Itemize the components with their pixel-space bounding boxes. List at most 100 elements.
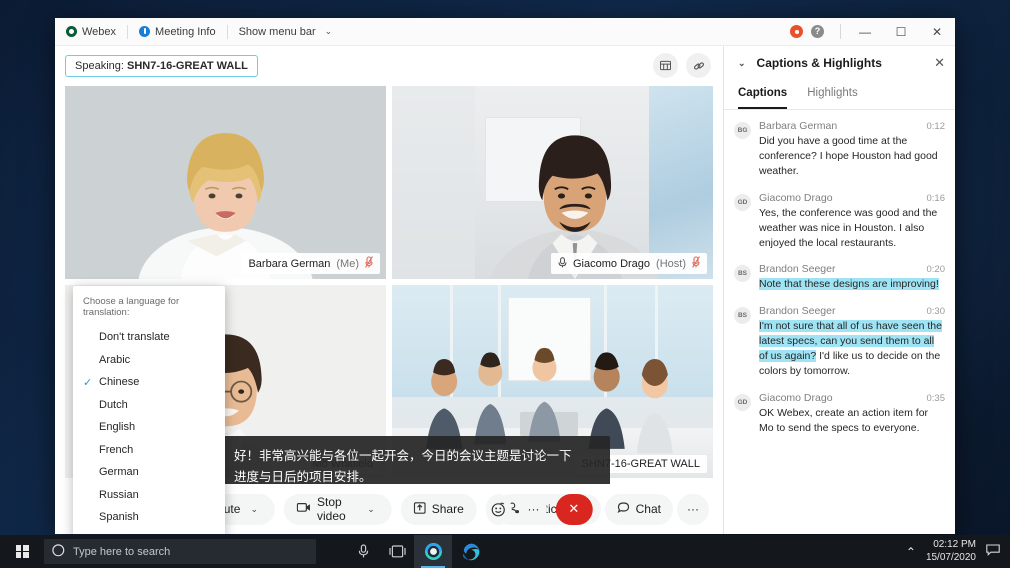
right-more-options-button[interactable]: ···	[677, 494, 709, 525]
caption-text: Did you have a good time at the conferen…	[759, 134, 945, 179]
smiley-reaction-icon[interactable]	[486, 494, 512, 525]
chat-bubble-icon	[617, 502, 630, 517]
share-button[interactable]: Share	[401, 494, 477, 525]
titlebar-meeting-info[interactable]: Meeting Info	[128, 18, 227, 45]
check-icon: ✓	[83, 376, 99, 389]
microsoft-edge-icon[interactable]	[452, 535, 490, 568]
video-stage: Speaking: SHN7-16-GREAT WALL	[55, 46, 723, 534]
language-option-label: German	[99, 466, 139, 478]
windows-taskbar: Type here to search ⌃ 02:12 PM 15/07/202…	[0, 535, 1010, 568]
speaking-prefix: Speaking:	[75, 60, 127, 72]
video-feed-giacomo	[392, 86, 713, 279]
caption-segment: Did you have a good time at the conferen…	[759, 135, 938, 177]
windows-logo-glyph	[16, 545, 29, 558]
taskbar-date: 15/07/2020	[926, 552, 976, 565]
caption-entry-body: Brandon Seeger 0:20 Note that these desi…	[759, 263, 945, 292]
video-chevron-down-icon[interactable]: ⌄	[363, 504, 379, 515]
titlebar-webex-menu[interactable]: Webex	[55, 18, 127, 45]
caption-segment: OK Webex, create an action item for Mo t…	[759, 407, 928, 434]
close-captions-panel-button[interactable]: ✕	[934, 55, 945, 71]
language-option-label: Russian	[99, 489, 139, 501]
caption-entry: BS Brandon Seeger 0:20 Note that these d…	[724, 263, 955, 305]
task-view-icon[interactable]	[380, 535, 414, 568]
maximize-button[interactable]: ☐	[883, 18, 919, 46]
avatar: GD	[734, 194, 751, 211]
mute-chevron-down-icon[interactable]: ⌄	[246, 504, 262, 515]
stage-toolbar: Speaking: SHN7-16-GREAT WALL	[55, 46, 723, 86]
stop-video-button[interactable]: Stop video ⌄	[284, 494, 392, 525]
cortana-mic-icon[interactable]	[346, 535, 380, 568]
webex-meeting-window: Webex Meeting Info Show menu bar ⌄ ? — ☐…	[55, 18, 955, 534]
caption-segment-highlighted[interactable]: Note that these designs are improving!	[759, 278, 939, 290]
participant-suffix-1: (Me)	[336, 258, 359, 270]
windows-start-icon[interactable]	[0, 535, 44, 568]
caption-timestamp: 0:20	[927, 264, 946, 275]
show-menu-bar-label: Show menu bar	[239, 26, 316, 38]
action-center-icon[interactable]	[986, 544, 1000, 559]
chat-button[interactable]: Chat	[605, 494, 673, 525]
participant-name-2: Giacomo Drago	[573, 258, 650, 270]
avatar: GD	[734, 394, 751, 411]
titlebar-webex-label: Webex	[82, 26, 116, 38]
taskbar-search-placeholder: Type here to search	[73, 546, 170, 558]
minimize-button[interactable]: —	[847, 18, 883, 46]
info-icon	[139, 26, 150, 37]
mic-muted-icon-1	[365, 256, 373, 271]
language-option-german[interactable]: German	[73, 461, 225, 484]
show-menu-bar-button[interactable]: Show menu bar ⌄	[228, 18, 348, 45]
caption-speaker-name: Giacomo Drago	[759, 392, 833, 404]
language-option-spanish[interactable]: Spanish	[73, 506, 225, 529]
language-option-french[interactable]: French	[73, 439, 225, 462]
taskbar-search-input[interactable]: Type here to search	[44, 539, 316, 564]
search-circle-icon	[52, 544, 65, 560]
language-option-dont-translate[interactable]: Don't translate	[73, 326, 225, 349]
caption-entry-meta: Giacomo Drago 0:16	[759, 192, 945, 204]
caption-entry: GD Giacomo Drago 0:35 OK Webex, create a…	[724, 392, 955, 449]
collapse-chevron-icon[interactable]: ⌄	[734, 58, 750, 69]
language-option-chinese[interactable]: ✓ Chinese	[73, 371, 225, 394]
caption-text: I'm not sure that all of us have seen th…	[759, 319, 945, 379]
webex-app-icon[interactable]	[414, 535, 452, 568]
language-option-english[interactable]: English	[73, 416, 225, 439]
caption-segment: Yes, the conference was good and the wea…	[759, 207, 937, 249]
pin-link-icon[interactable]	[686, 53, 711, 78]
translation-language-menu[interactable]: Choose a language for translation: Don't…	[73, 286, 225, 534]
caption-text: Note that these designs are improving!	[759, 277, 945, 292]
caption-timestamp: 0:12	[927, 121, 946, 132]
speaking-indicator: Speaking: SHN7-16-GREAT WALL	[65, 55, 258, 77]
tray-chevron-up-icon[interactable]: ⌃	[906, 545, 916, 559]
grid-layout-icon[interactable]	[653, 53, 678, 78]
close-window-button[interactable]: ✕	[919, 18, 955, 46]
captions-list[interactable]: BG Barbara German 0:12 Did you have a go…	[724, 110, 955, 534]
taskbar-time: 02:12 PM	[926, 539, 976, 552]
tab-captions[interactable]: Captions	[738, 80, 787, 109]
stage-top-icons	[653, 53, 711, 78]
caption-timestamp: 0:16	[927, 193, 946, 204]
caption-entry-meta: Brandon Seeger 0:30	[759, 305, 945, 317]
language-option-dutch[interactable]: Dutch	[73, 394, 225, 417]
name-tag-1: Barbara German (Me)	[241, 253, 380, 274]
titlebar-meeting-info-label: Meeting Info	[155, 26, 216, 38]
more-options-button[interactable]: ···	[521, 494, 547, 525]
captions-panel-header: ⌄ Captions & Highlights ✕	[724, 46, 955, 80]
system-tray: ⌃ 02:12 PM 15/07/2020	[906, 539, 1010, 564]
caption-entry: BG Barbara German 0:12 Did you have a go…	[724, 120, 955, 192]
chat-label: Chat	[636, 502, 661, 516]
caption-text: OK Webex, create an action item for Mo t…	[759, 406, 945, 436]
participant-tile-2[interactable]: Giacomo Drago (Host)	[392, 86, 713, 279]
caption-entry-body: Giacomo Drago 0:16 Yes, the conference w…	[759, 192, 945, 251]
caption-speaker-name: Giacomo Drago	[759, 192, 833, 204]
share-label: Share	[432, 502, 464, 516]
help-icon[interactable]: ?	[811, 25, 824, 38]
language-option-arabic[interactable]: Arabic	[73, 349, 225, 372]
language-option-russian[interactable]: Russian	[73, 484, 225, 507]
avatar: BS	[734, 307, 751, 324]
tab-highlights[interactable]: Highlights	[807, 80, 858, 109]
end-meeting-button[interactable]: ✕	[555, 494, 592, 525]
host-mic-icon-2	[558, 257, 567, 271]
participant-tile-1[interactable]: Barbara German (Me)	[65, 86, 386, 279]
titlebar-divider-3	[840, 24, 841, 39]
name-tag-2: Giacomo Drago (Host)	[551, 253, 707, 274]
taskbar-clock[interactable]: 02:12 PM 15/07/2020	[926, 539, 976, 564]
recording-indicator-icon[interactable]	[790, 25, 803, 38]
